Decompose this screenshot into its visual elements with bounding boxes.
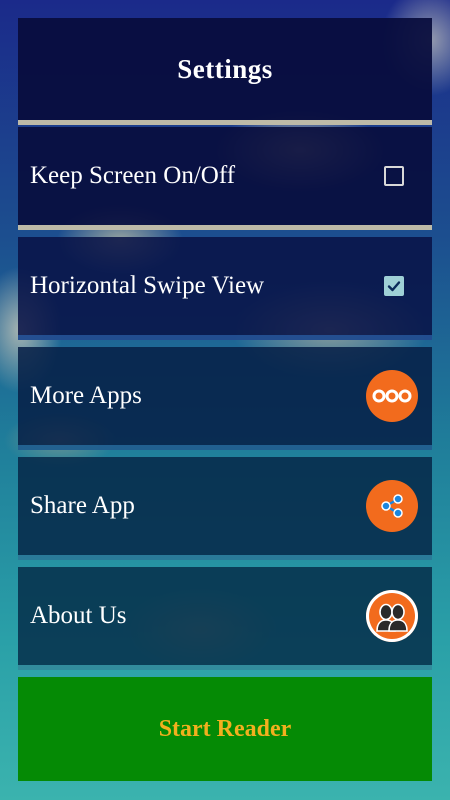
horizontal-swipe-view-row[interactable]: Horizontal Swipe View xyxy=(18,237,432,340)
keep-screen-on-checkbox[interactable] xyxy=(384,166,404,186)
settings-header: Settings xyxy=(18,18,432,125)
more-dots-icon xyxy=(372,389,412,403)
start-reader-label: Start Reader xyxy=(158,715,292,742)
keep-screen-on-row[interactable]: Keep Screen On/Off xyxy=(18,127,432,230)
about-us-row[interactable]: About Us xyxy=(18,567,432,670)
about-us-button[interactable] xyxy=(366,590,418,642)
keep-screen-on-label: Keep Screen On/Off xyxy=(30,162,236,189)
horizontal-swipe-view-label: Horizontal Swipe View xyxy=(30,272,265,299)
checkmark-icon xyxy=(387,281,401,292)
share-app-row[interactable]: Share App xyxy=(18,457,432,560)
more-apps-button[interactable] xyxy=(366,370,418,422)
people-icon xyxy=(376,603,408,632)
more-apps-label: More Apps xyxy=(30,382,142,409)
about-us-label: About Us xyxy=(30,602,127,629)
page-title: Settings xyxy=(177,53,273,84)
more-apps-row[interactable]: More Apps xyxy=(18,347,432,450)
share-icon xyxy=(381,494,403,518)
start-reader-button[interactable]: Start Reader xyxy=(18,677,432,781)
share-app-label: Share App xyxy=(30,492,135,519)
horizontal-swipe-view-checkbox[interactable] xyxy=(384,276,404,296)
share-app-button[interactable] xyxy=(366,480,418,532)
